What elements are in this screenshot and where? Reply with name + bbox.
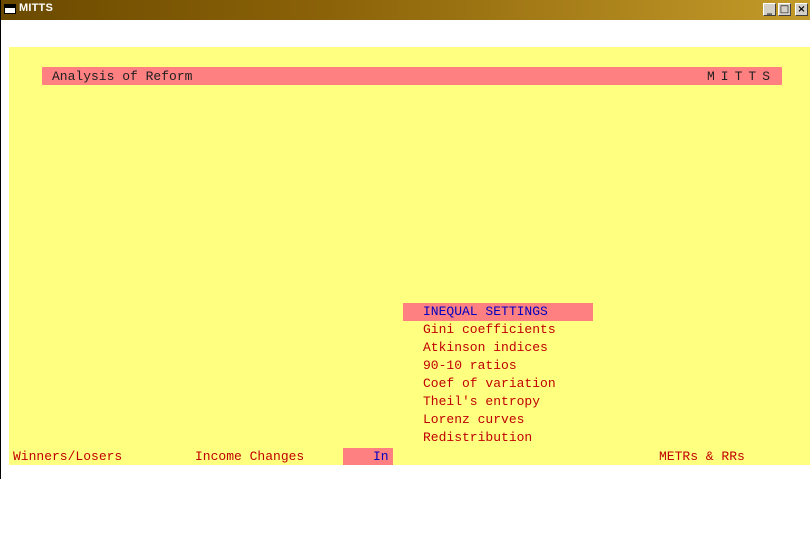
menu-item-label: 90-10 ratios (423, 358, 517, 373)
menu-item-gini-coefficients[interactable]: Gini coefficients (403, 321, 593, 339)
bottom-menu-winners-losers[interactable]: Winners/Losers (13, 448, 122, 466)
menu-item-label: INEQUAL SETTINGS (423, 304, 548, 319)
app-window: MITTS _ □ × Analysis of Reform MITTS INE… (0, 0, 810, 479)
app-window-icon[interactable] (4, 4, 16, 14)
menu-item-label: Theil's entropy (423, 394, 541, 409)
menu-item-atkinson-indices[interactable]: Atkinson indices (403, 339, 593, 357)
bottom-menu-metrs-rrs[interactable]: METRs & RRs (659, 448, 745, 466)
menu-item-label: Coef of variation (423, 376, 556, 391)
brand-label: MITTS (706, 69, 776, 84)
page-title: Analysis of Reform (52, 69, 193, 84)
bottom-menu-bar: Winners/Losers Income Changes In METRs &… (9, 448, 810, 466)
title-bar[interactable]: MITTS _ □ × (1, 0, 810, 20)
console-area: Analysis of Reform MITTS INEQUAL SETTING… (9, 47, 810, 466)
maximize-button[interactable]: □ (778, 3, 791, 16)
menu-item-label: Redistribution (423, 430, 533, 445)
menu-item-lorenz-curves[interactable]: Lorenz curves (403, 411, 593, 429)
menu-item-theils-entropy[interactable]: Theil's entropy (403, 393, 593, 411)
menu-item-coef-of-variation[interactable]: Coef of variation (403, 375, 593, 393)
close-button[interactable]: × (795, 3, 808, 16)
menu-item-label: Lorenz curves (423, 412, 525, 427)
window-title: MITTS (19, 2, 53, 14)
bottom-menu-income-changes[interactable]: Income Changes (195, 448, 304, 466)
menu-item-label: Atkinson indices (423, 340, 548, 355)
window-bottom-strip (1, 465, 810, 479)
minimize-button[interactable]: _ (763, 3, 776, 16)
menu-item-90-10-ratios[interactable]: 90-10 ratios (403, 357, 593, 375)
header-bar: Analysis of Reform MITTS (42, 67, 782, 85)
bottom-menu-inequality[interactable]: In (343, 448, 393, 466)
menu-item-redistribution[interactable]: Redistribution (403, 429, 593, 447)
menu-item-inequal-settings[interactable]: INEQUAL SETTINGS (403, 303, 593, 321)
menu-item-label: Gini coefficients (423, 322, 556, 337)
